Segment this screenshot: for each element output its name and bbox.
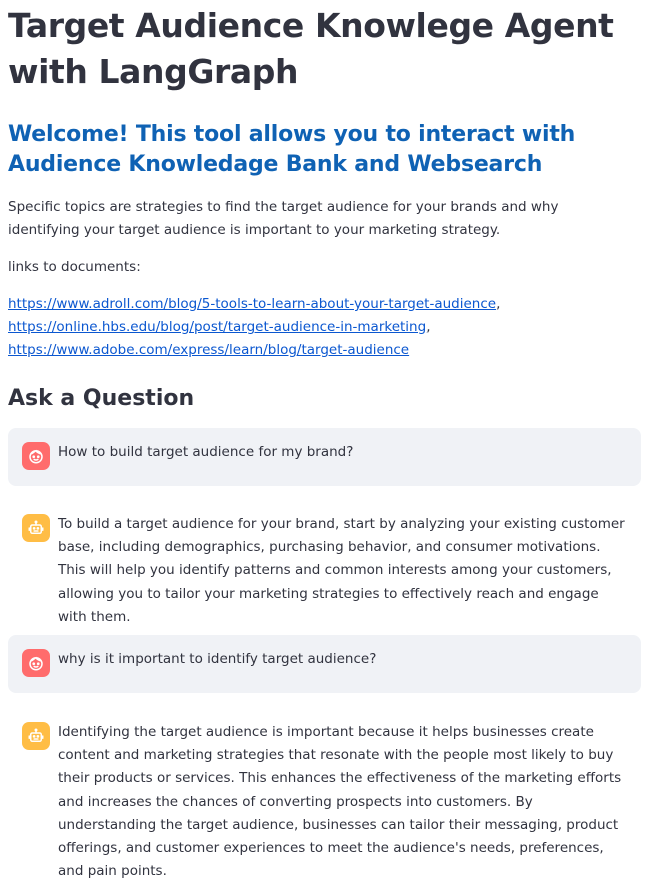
face-icon <box>22 442 50 470</box>
doc-link-adobe[interactable]: https://www.adobe.com/express/learn/blog… <box>8 342 409 358</box>
page-title: Target Audience Knowlege Agent with Lang… <box>8 6 614 91</box>
chat-message-text: How to build target audience for my bran… <box>58 444 354 460</box>
chat-message-text: To build a target audience for your bran… <box>58 516 625 625</box>
doc-link-adroll[interactable]: https://www.adroll.com/blog/5-tools-to-l… <box>8 296 496 312</box>
chat-message-assistant: Identifying the target audience is impor… <box>8 708 641 879</box>
chat-message-assistant: To build a target audience for your bran… <box>8 500 641 625</box>
chat-message-text: Identifying the target audience is impor… <box>58 724 622 880</box>
robot-icon <box>22 514 50 542</box>
ask-question-heading: Ask a Question <box>8 386 195 411</box>
robot-icon <box>22 722 50 750</box>
links-label: links to documents: <box>8 259 141 275</box>
chat-message-user: How to build target audience for my bran… <box>8 428 641 486</box>
chat-message-text: why is it important to identify target a… <box>58 651 377 667</box>
doc-link-hbs[interactable]: https://online.hbs.edu/blog/post/target-… <box>8 319 426 335</box>
welcome-heading: Welcome! This tool allows you to interac… <box>8 122 576 177</box>
face-icon <box>22 649 50 677</box>
intro-description: Specific topics are strategies to find t… <box>8 199 559 238</box>
chat-message-user: why is it important to identify target a… <box>8 635 641 693</box>
document-links: https://www.adroll.com/blog/5-tools-to-l… <box>8 296 501 358</box>
